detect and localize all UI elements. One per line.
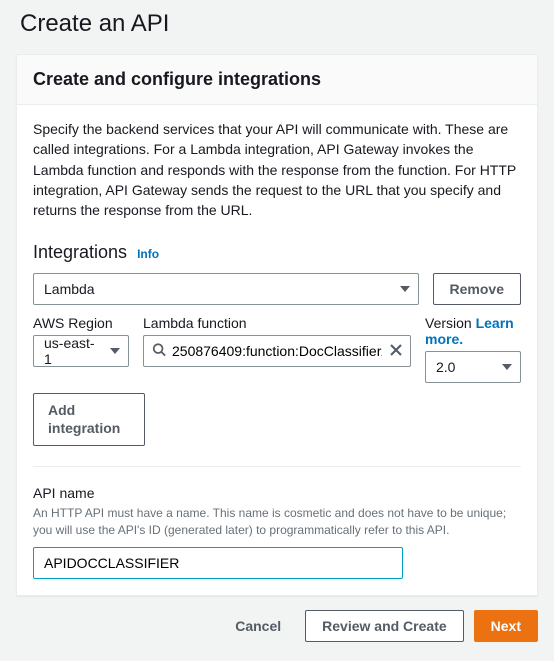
chevron-down-icon — [400, 286, 410, 292]
divider — [33, 466, 521, 467]
footer-actions: Cancel Review and Create Next — [0, 596, 554, 642]
search-icon — [152, 343, 166, 360]
api-name-helper: An HTTP API must have a name. This name … — [33, 505, 521, 539]
add-integration-row: Add integration — [33, 393, 521, 446]
card-body: Specify the backend services that your A… — [17, 105, 537, 595]
page-title: Create an API — [0, 0, 554, 54]
review-and-create-button[interactable]: Review and Create — [305, 610, 464, 642]
region-field: AWS Region us-east-1 — [33, 315, 129, 367]
version-label: Version Learn more. — [425, 315, 521, 347]
region-value: us-east-1 — [44, 335, 100, 367]
integrations-heading-row: Integrations Info — [33, 242, 521, 263]
add-integration-button[interactable]: Add integration — [33, 393, 145, 446]
lambda-input[interactable] — [144, 336, 410, 366]
version-label-text: Version — [425, 315, 472, 331]
integration-type-select[interactable]: Lambda — [33, 273, 419, 305]
chevron-down-icon — [110, 348, 120, 354]
card-title: Create and configure integrations — [33, 69, 521, 90]
cancel-button[interactable]: Cancel — [221, 610, 295, 642]
lambda-field: Lambda function — [143, 315, 411, 367]
version-value: 2.0 — [436, 359, 455, 375]
api-name-input-wrap — [33, 547, 403, 579]
lambda-label: Lambda function — [143, 315, 411, 331]
integrations-heading: Integrations — [33, 242, 127, 263]
chevron-down-icon — [502, 364, 512, 370]
version-select[interactable]: 2.0 — [425, 351, 521, 383]
card-header: Create and configure integrations — [17, 55, 537, 105]
card-description: Specify the backend services that your A… — [33, 119, 521, 220]
integration-fields-row: AWS Region us-east-1 Lambda function — [33, 315, 521, 383]
region-label: AWS Region — [33, 315, 129, 331]
clear-icon[interactable] — [390, 343, 402, 359]
api-name-label: API name — [33, 485, 521, 501]
version-field: Version Learn more. 2.0 — [425, 315, 521, 383]
api-name-field: API name An HTTP API must have a name. T… — [33, 485, 521, 579]
region-select[interactable]: us-east-1 — [33, 335, 129, 367]
info-link[interactable]: Info — [137, 247, 159, 261]
api-name-input[interactable] — [33, 547, 403, 579]
next-button[interactable]: Next — [474, 610, 538, 642]
remove-button[interactable]: Remove — [433, 273, 521, 305]
lambda-input-wrap[interactable] — [143, 335, 411, 367]
integrations-card: Create and configure integrations Specif… — [16, 54, 538, 596]
integration-type-value: Lambda — [44, 281, 95, 297]
integration-type-row: Lambda Remove — [33, 273, 521, 305]
